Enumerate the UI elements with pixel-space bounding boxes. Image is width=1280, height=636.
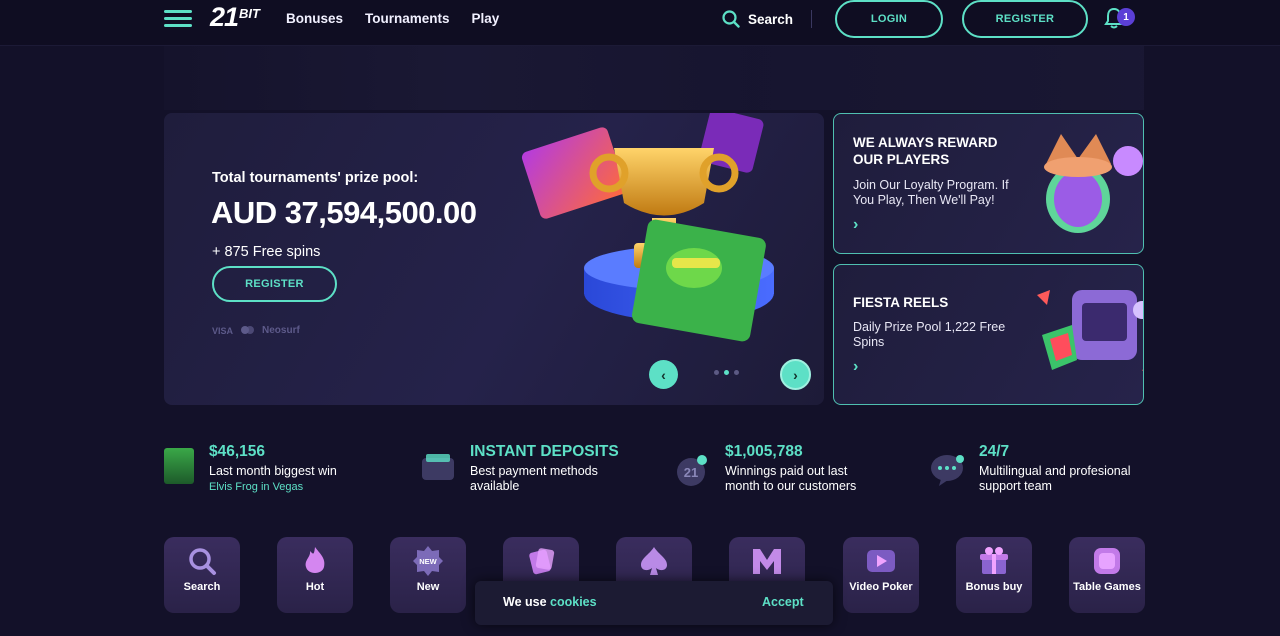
trophy-illustration [521,113,774,342]
stat-desc: Multilingual and profesional support tea… [979,464,1131,493]
hero-spins: + 875 Free spins [212,244,321,260]
category-label: Hot [305,581,325,593]
background-strip [164,46,1144,110]
stat-desc: Winnings paid out last month to our cust… [725,464,857,493]
coin-icon: 21 [677,455,707,486]
svg-text:NEW: NEW [419,557,437,566]
nav-play[interactable]: Play [472,11,500,26]
stat-value: $46,156 [209,443,266,460]
stat-desc: Last month biggest win [209,464,337,478]
main-nav: Bonuses Tournaments Play [286,11,499,26]
cookie-accept-button[interactable]: Accept [762,595,804,609]
crown-coin-illustration [1044,134,1143,233]
hero-banner: Total tournaments' prize pool: AUD 37,59… [164,113,824,405]
chip-icon [1094,548,1120,574]
new-badge-icon: NEW [413,546,443,576]
slider-prev-button[interactable]: ‹ [649,360,678,389]
promo-card-fiesta-reels[interactable]: FIESTA REELS Daily Prize Pool 1,222 Free… [833,264,1144,405]
search-button[interactable]: Search [722,10,793,28]
stats-row: $46,156 Last month biggest win Elvis Fro… [164,440,1144,510]
promo-title: FIESTA REELS [853,295,949,310]
gift-icon [980,547,1008,574]
category-hot[interactable]: Hot [277,537,353,613]
play-icon [867,550,895,572]
slider-dot[interactable] [714,370,719,375]
m-icon [753,549,781,574]
promo-card-loyalty[interactable]: WE ALWAYS REWARD OUR PLAYERS Join Our Lo… [833,113,1144,254]
category-label: Video Poker [849,581,913,593]
cookie-link[interactable]: cookies [550,595,597,609]
payment-logos: VISA Neosurf [212,325,300,336]
category-label: Bonus buy [965,581,1023,593]
search-icon [189,548,216,575]
stat-value: 24/7 [979,443,1010,460]
wallet-icon [422,454,454,480]
top-bar: 21BIT Bonuses Tournaments Play Search LO… [0,0,1280,46]
promo-text: Daily Prize Pool 1,222 Free Spins [853,320,1006,349]
cookie-text: We use cookies [503,595,597,609]
promo-text: Join Our Loyalty Program. If You Play, T… [853,178,1009,207]
slider-dot[interactable] [734,370,739,375]
logo[interactable]: 21BIT [210,2,260,33]
nav-tournaments[interactable]: Tournaments [365,11,450,26]
cards-icon [529,548,555,575]
search-label: Search [748,11,794,27]
chevron-right-icon[interactable]: › [853,216,858,234]
stat-desc: Best payment methods available [470,464,598,493]
cookie-prefix: We use [503,595,547,609]
flame-icon [305,547,325,573]
visa-logo: VISA [212,325,234,336]
hero-label: Total tournaments' prize pool: [212,170,419,186]
category-search[interactable]: Search [164,537,240,613]
category-new[interactable]: NEW New [390,537,466,613]
category-video-poker[interactable]: Video Poker [843,537,919,613]
register-button[interactable]: REGISTER [962,0,1088,38]
hero-amount: AUD 37,594,500.00 [211,195,477,230]
hero-register-button[interactable]: REGISTER [212,266,337,302]
stat-game-link[interactable]: Elvis Frog in Vegas [209,481,409,493]
stat-value: INSTANT DEPOSITS [470,443,619,460]
spade-icon [641,547,667,575]
login-button[interactable]: LOGIN [835,0,943,38]
category-table-games[interactable]: Table Games [1069,537,1145,613]
game-thumbnail[interactable] [164,448,194,484]
slot-machine-illustration [1037,290,1143,371]
slider-next-button[interactable]: › [780,359,811,390]
chat-icon [931,455,964,486]
slider-dots [714,370,739,375]
nav-bonuses[interactable]: Bonuses [286,11,343,26]
category-label: Table Games [1073,581,1141,593]
menu-icon[interactable] [164,10,192,28]
chevron-right-icon[interactable]: › [853,358,858,376]
nav-divider [811,10,812,28]
category-bonus-buy[interactable]: Bonus buy [956,537,1032,613]
category-label: New [416,581,440,593]
notification-badge: 1 [1117,8,1135,26]
mastercard-icon [241,325,255,336]
search-icon [722,10,740,28]
cookie-banner: We use cookies Accept [475,581,833,625]
logo-main: 21 [210,2,239,32]
logo-sub: BIT [239,6,260,21]
promo-title: WE ALWAYS REWARD OUR PLAYERS [853,135,998,167]
svg-text:21: 21 [684,465,698,480]
slider-dot-active[interactable] [724,370,729,375]
category-label: Search [183,581,221,593]
neosurf-logo: Neosurf [262,325,300,336]
stat-value: $1,005,788 [725,443,803,460]
